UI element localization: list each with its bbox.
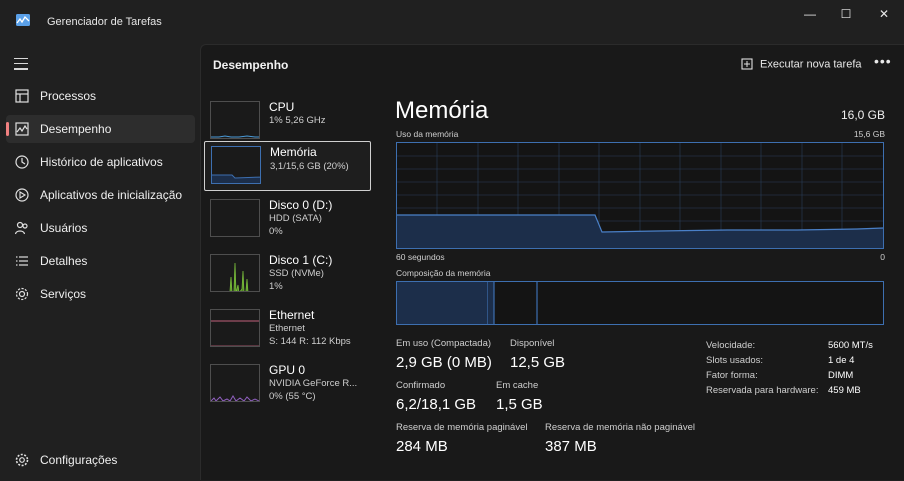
spec-form-factor-value: DIMM (828, 370, 854, 381)
ethernet-thumbnail (210, 309, 260, 347)
active-indicator (6, 122, 9, 136)
device-name: CPU (269, 100, 295, 114)
device-tile-cpu[interactable]: CPU 1% 5,26 GHz (204, 97, 371, 147)
in-use-label: Em uso (Compactada) (396, 338, 492, 349)
new-task-button[interactable]: Executar nova tarefa (741, 58, 862, 71)
sidebar-item-label: Detalhes (40, 254, 88, 268)
disk0-thumbnail (210, 199, 260, 237)
settings-label: Configurações (40, 453, 118, 467)
title-bar: Gerenciador de Tarefas — ☐ ✕ (0, 0, 904, 44)
sidebar-item-label: Desempenho (40, 122, 112, 136)
sidebar-item-label: Histórico de aplicativos (40, 155, 163, 169)
device-tile-disk0[interactable]: Disco 0 (D:) HDD (SATA) 0% (204, 195, 371, 245)
sidebar-item-detalhes[interactable]: Detalhes (6, 247, 195, 275)
device-name: Disco 1 (C:) (269, 253, 333, 267)
close-button[interactable]: ✕ (872, 6, 896, 22)
sidebar-item-usuarios[interactable]: Usuários (6, 214, 195, 242)
sidebar-item-servicos[interactable]: Serviços (6, 280, 195, 308)
device-tile-memory[interactable]: Memória 3,1/15,6 GB (20%) (204, 141, 371, 191)
hamburger-menu-icon[interactable] (14, 58, 28, 74)
memory-usage-chart (397, 143, 884, 248)
nonpaged-pool-label: Reserva de memória não paginável (545, 422, 695, 433)
device-info: 1% 5,26 GHz (269, 115, 326, 126)
task-manager-app-icon (16, 14, 30, 26)
gear-icon (15, 453, 29, 467)
maximize-button[interactable]: ☐ (834, 6, 858, 22)
device-type: SSD (NVMe) (269, 268, 324, 279)
gpu-thumbnail (210, 364, 260, 402)
device-usage: 0% (55 °C) (269, 391, 316, 402)
committed-value: 6,2/18,1 GB (396, 396, 477, 413)
device-tile-gpu[interactable]: GPU 0 NVIDIA GeForce R... 0% (55 °C) (204, 360, 371, 410)
more-options-button[interactable]: ••• (874, 53, 892, 69)
cached-label: Em cache (496, 380, 539, 391)
device-name: Ethernet (269, 308, 315, 322)
new-task-icon (741, 58, 753, 70)
disk1-thumbnail (210, 254, 260, 292)
cpu-thumbnail (210, 101, 260, 139)
sidebar-item-processos[interactable]: Processos (6, 82, 195, 110)
details-icon (16, 256, 28, 266)
in-use-value: 2,9 GB (0 MB) (396, 354, 492, 371)
device-tile-disk1[interactable]: Disco 1 (C:) SSD (NVMe) 1% (204, 250, 371, 300)
paged-pool-label: Reserva de memória paginável (396, 422, 528, 433)
performance-icon (15, 122, 29, 136)
time-axis-right: 0 (880, 252, 885, 262)
device-throughput: S: 144 R: 112 Kbps (269, 336, 351, 347)
device-model: NVIDIA GeForce R... (269, 378, 358, 389)
time-axis-left: 60 segundos (396, 252, 445, 262)
new-task-label: Executar nova tarefa (760, 58, 862, 71)
spec-hw-reserved-value: 459 MB (828, 385, 861, 396)
device-info: 3,1/15,6 GB (20%) (270, 161, 349, 172)
paged-pool-value: 284 MB (396, 438, 448, 455)
content-panel: Desempenho Executar nova tarefa ••• CPU … (200, 44, 904, 480)
sidebar: Processos Desempenho Histórico de aplica… (0, 44, 200, 480)
nonpaged-pool-value: 387 MB (545, 438, 597, 455)
device-tile-ethernet[interactable]: Ethernet Ethernet S: 144 R: 112 Kbps (204, 305, 371, 355)
sidebar-item-label: Aplicativos de inicialização (40, 188, 183, 202)
device-usage: 0% (269, 226, 283, 237)
device-name: Disco 0 (D:) (269, 198, 333, 212)
sidebar-item-label: Processos (40, 89, 97, 103)
available-label: Disponível (510, 338, 555, 349)
app-title: Gerenciador de Tarefas (47, 16, 162, 28)
startup-icon (15, 188, 29, 202)
usage-graph-max: 15,6 GB (853, 129, 885, 139)
sidebar-item-desempenho[interactable]: Desempenho (6, 115, 195, 143)
usage-graph-label: Uso da memória (396, 129, 459, 139)
device-usage: 1% (269, 281, 283, 292)
spec-form-factor-label: Fator forma: (706, 370, 758, 381)
sidebar-item-configuracoes[interactable]: Configurações (6, 446, 195, 474)
committed-label: Confirmado (396, 380, 446, 391)
spec-speed-value: 5600 MT/s (828, 340, 873, 351)
device-name: Memória (270, 145, 317, 159)
memory-total: 16,0 GB (840, 108, 885, 122)
sidebar-item-label: Usuários (40, 221, 88, 235)
sidebar-item-label: Serviços (40, 287, 87, 301)
memory-thumbnail (211, 146, 261, 184)
cached-value: 1,5 GB (496, 396, 543, 413)
sidebar-item-inicializacao[interactable]: Aplicativos de inicialização (6, 181, 195, 209)
page-title: Desempenho (213, 58, 289, 72)
spec-slots-label: Slots usados: (706, 355, 764, 366)
minimize-button[interactable]: — (798, 6, 822, 22)
composition-label: Composição da memória (396, 268, 491, 278)
spec-speed-label: Velocidade: (706, 340, 756, 351)
memory-composition-bar (396, 281, 884, 325)
spec-hw-reserved-label: Reservada para hardware: (706, 385, 819, 396)
processes-icon (15, 89, 29, 103)
memory-detail-panel: Memória 16,0 GB Uso da memória 15,6 GB 6… (395, 97, 885, 481)
memory-usage-graph (396, 142, 884, 249)
device-type: HDD (SATA) (269, 213, 322, 224)
device-type: Ethernet (269, 323, 305, 334)
history-icon (15, 155, 29, 169)
available-value: 12,5 GB (510, 354, 566, 371)
spec-slots-value: 1 de 4 (828, 355, 855, 366)
memory-title: Memória (395, 97, 489, 124)
users-icon (14, 221, 28, 235)
device-name: GPU 0 (269, 363, 306, 377)
services-icon (15, 287, 29, 301)
sidebar-item-historico[interactable]: Histórico de aplicativos (6, 148, 195, 176)
